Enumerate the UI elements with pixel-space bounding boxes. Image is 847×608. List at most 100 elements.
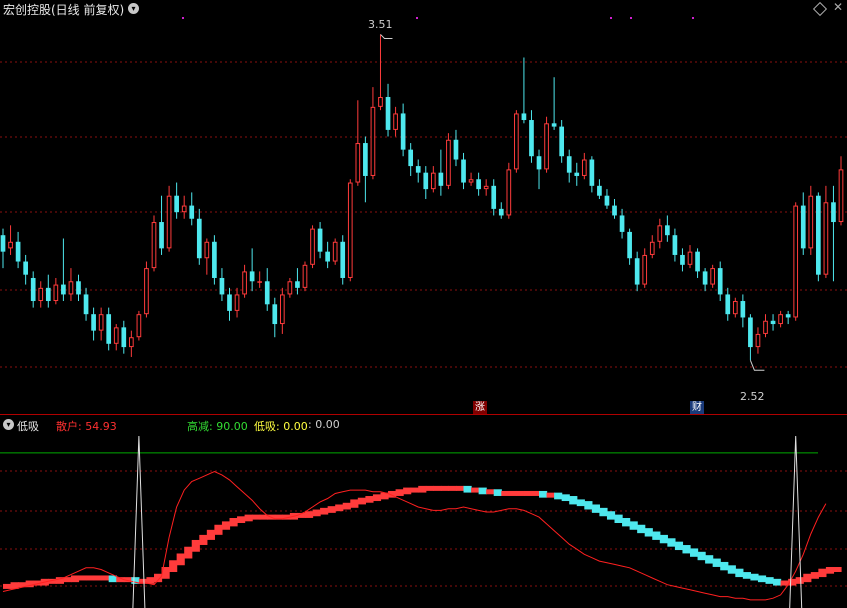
candle-body-down (415, 166, 421, 173)
indicator-band-segment (70, 575, 80, 583)
indicator-menu-icon[interactable]: ▾ (3, 419, 14, 430)
indicator-band-segment (86, 575, 95, 581)
candle-body-up (129, 337, 134, 348)
candle-body-up (151, 222, 157, 269)
indicator-band-segment (440, 485, 450, 491)
candle-body-down (0, 235, 6, 252)
limit-up-marker[interactable]: 涨 (473, 401, 487, 414)
signal-dot (182, 17, 184, 19)
indicator-band-segment (825, 567, 835, 574)
candle-body-up (657, 225, 663, 242)
indicator-band-segment (252, 514, 261, 520)
indicator-band-segment (561, 494, 570, 502)
candle-body-down (619, 215, 625, 232)
candle-body-up (8, 241, 13, 249)
indicator-band-segment (622, 518, 631, 527)
candle-body-up (393, 113, 398, 130)
indicator-band-segment (803, 573, 812, 583)
candle-body-up (732, 301, 738, 315)
indicator-band-segment (327, 506, 336, 513)
chevron-down-icon[interactable]: ▾ (128, 3, 139, 14)
indicator-band-segment (765, 577, 774, 584)
candle-body-up (181, 205, 187, 213)
candle-body-down (325, 251, 330, 262)
candle-body-up (763, 320, 768, 334)
indicator-band-segment (584, 501, 593, 510)
candle-body-down (106, 314, 112, 344)
indicator-band-segment (606, 511, 616, 520)
candle-body-down (831, 202, 836, 223)
indicator-band-segment (372, 494, 382, 502)
candle-body-up (113, 327, 119, 344)
candle-body-up (778, 314, 783, 325)
indicator-band-segment (508, 490, 517, 496)
candle-body-down (385, 96, 391, 130)
indicator-gaojian: 高减: 90.00 (187, 420, 248, 433)
candle-body-down (740, 301, 746, 318)
indicator-band-segment (395, 489, 404, 496)
finance-marker[interactable]: 财 (690, 401, 704, 414)
indicator-band-segment (591, 504, 601, 513)
candle-body-down (680, 254, 685, 265)
candle-body-down (672, 235, 678, 255)
indicator-band-segment (342, 502, 351, 510)
candle-body-down (340, 241, 346, 278)
candle-body-down (249, 271, 255, 282)
indicator-band-segment (742, 572, 752, 579)
candle-body-up (302, 264, 308, 288)
candle-body-down (491, 185, 497, 209)
candle-body-down (574, 172, 580, 176)
candle-body-up (710, 268, 715, 285)
candle-body-up (332, 241, 338, 262)
close-icon[interactable]: ✕ (833, 0, 843, 14)
candle-body-up (687, 251, 693, 265)
indicator-band-segment (531, 490, 540, 496)
indicator-band-segment (637, 524, 646, 534)
indicator-band-segment (576, 499, 585, 507)
indicator-band-segment (191, 539, 200, 552)
indicator-band-segment (712, 558, 721, 567)
candle-body-down (785, 314, 791, 318)
candle-body-up (642, 254, 648, 285)
indicator-band-segment (335, 504, 344, 512)
candle-body-up (370, 106, 376, 176)
indicator-band-segment (176, 553, 185, 566)
indicator-band-segment (478, 487, 487, 495)
candle-body-down (212, 241, 217, 278)
indicator-band-segment (833, 567, 842, 573)
candle-body-down (770, 320, 776, 325)
candle-body-down (695, 251, 700, 272)
candle-body-up (755, 333, 761, 348)
indicator-band-segment (78, 575, 87, 581)
indicator-band-segment (410, 487, 419, 493)
candle-body-up (468, 179, 474, 183)
indicator-band-segment (463, 485, 472, 493)
candle-body-down (174, 195, 179, 213)
candle-body-down (559, 126, 565, 157)
high-price-label: 3.51 (368, 18, 393, 31)
indicator-band-segment (350, 499, 359, 508)
signal-dot (416, 17, 418, 19)
indicator-band-segment (614, 514, 623, 523)
signal-dot (630, 17, 632, 19)
indicator-band-segment (690, 548, 699, 557)
candle-body-up (38, 287, 44, 302)
indicator-name: 低吸 (17, 420, 39, 433)
candle-body-up (378, 96, 383, 107)
indicator-band-segment (214, 524, 223, 535)
candle-body-up (838, 169, 844, 223)
candle-body-up (144, 268, 149, 315)
candle-body-up (483, 185, 489, 190)
indicator-band-segment (546, 492, 555, 498)
indicator-band-segment (629, 521, 638, 530)
indicator-band-segment (697, 551, 706, 561)
high-price-pointer (380, 34, 393, 39)
candle-body-up (257, 281, 263, 283)
candle-body-down (15, 241, 21, 262)
candlestick-chart[interactable] (0, 0, 847, 415)
candle-body-down (408, 149, 414, 167)
candle-body-down (725, 294, 731, 315)
candle-body-up (234, 294, 240, 311)
indicator-chart[interactable] (0, 415, 847, 608)
candle-body-up (514, 113, 519, 170)
